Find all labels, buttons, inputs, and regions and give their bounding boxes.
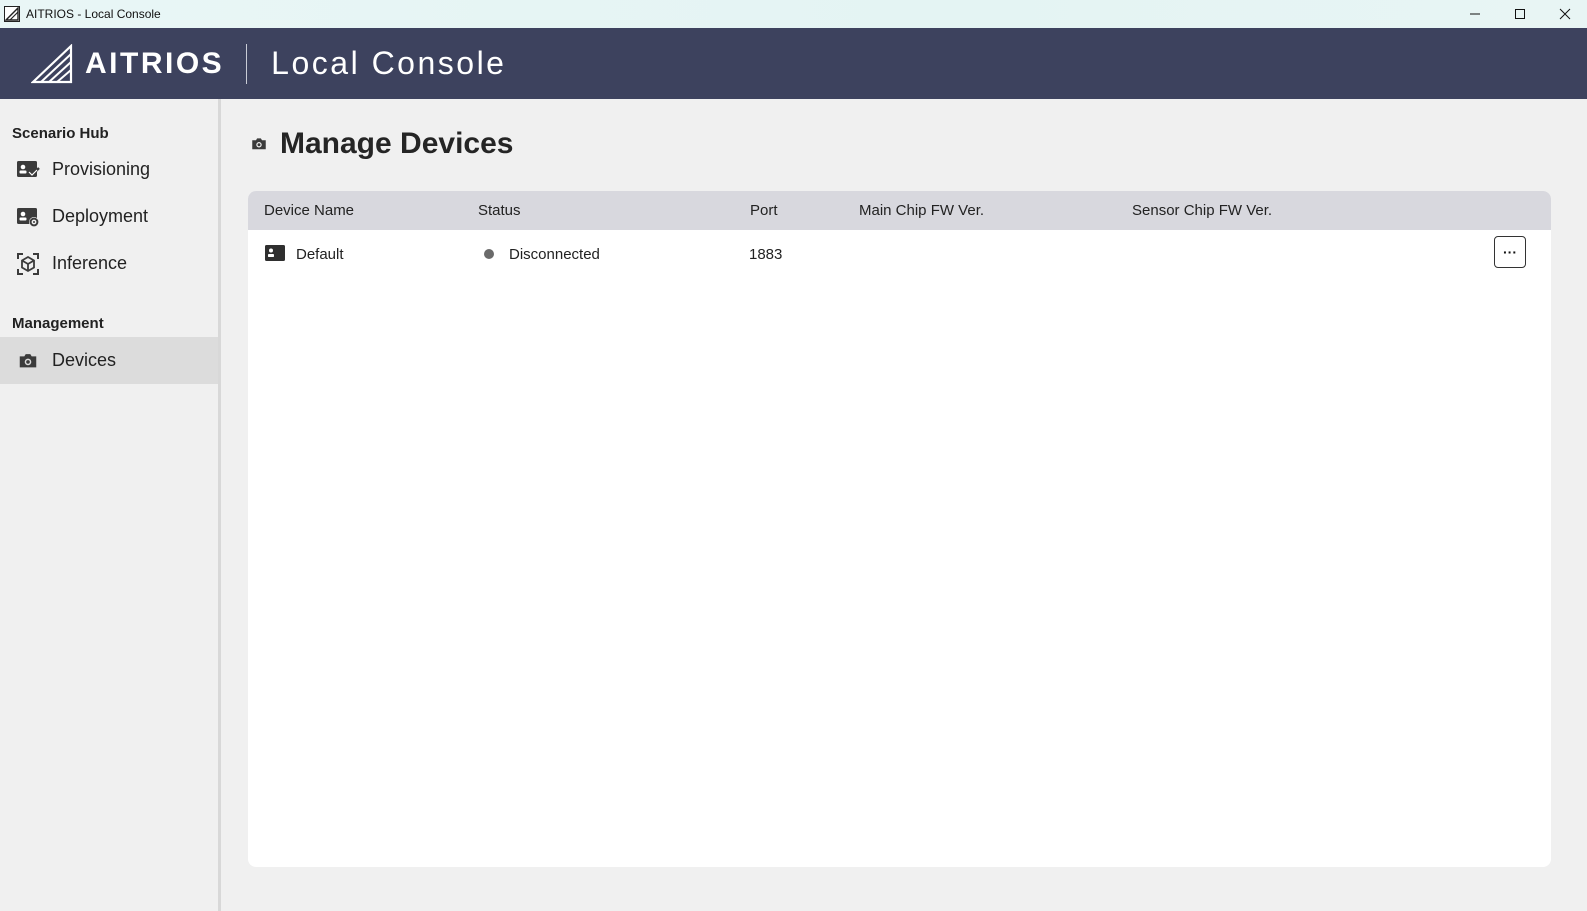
devices-table: Device Name Status Port Main Chip FW Ver… [248,191,1551,867]
column-header-sensor-chip-fw[interactable]: Sensor Chip FW Ver. [1132,202,1272,219]
minimize-button[interactable] [1452,0,1497,28]
aitrios-logo-icon [31,43,73,83]
close-icon [1559,8,1570,20]
device-port: 1883 [749,246,783,263]
column-header-port[interactable]: Port [750,202,778,219]
main-content: Manage Devices Device Name Status Port M… [224,99,1587,911]
product-name: Local Console [271,45,507,81]
header-divider [246,43,248,84]
maximize-button[interactable] [1497,0,1542,28]
sidebar-item-inference[interactable]: Inference [0,240,218,287]
sidebar-item-label: Deployment [52,206,149,226]
maximize-icon [1514,9,1525,19]
sidebar-item-label: Inference [52,253,128,273]
page-title: Manage Devices [280,127,514,160]
sidebar-item-label: Devices [52,350,117,370]
table-row[interactable]: Default Disconnected 1883 ··· [248,230,1551,278]
window-titlebar: AITRIOS - Local Console [0,0,1587,28]
table-header: Device Name Status Port Main Chip FW Ver… [248,191,1551,230]
sidebar: Scenario Hub Provisioning Deployment Inf… [0,99,221,911]
brand-name: AITRIOS [85,46,225,80]
more-options-button[interactable]: ··· [1494,236,1526,268]
sidebar-section-management: Management [12,315,104,332]
minimize-icon [1469,13,1480,15]
camera-icon [16,349,40,373]
provisioning-icon [16,158,40,182]
status-dot-icon [484,249,494,259]
column-header-main-chip-fw[interactable]: Main Chip FW Ver. [859,202,984,219]
sidebar-item-provisioning[interactable]: Provisioning [0,146,218,193]
window-controls [1452,0,1587,28]
device-status: Disconnected [509,246,600,263]
device-name: Default [296,246,344,263]
device-icon [265,245,285,261]
sidebar-item-label: Provisioning [52,159,151,179]
window-title: AITRIOS - Local Console [26,7,161,21]
camera-icon [252,138,266,150]
inference-icon [16,252,40,276]
column-header-device-name[interactable]: Device Name [264,202,354,219]
deployment-icon [16,205,40,229]
sidebar-section-scenario-hub: Scenario Hub [12,125,109,142]
app-logo-icon [4,6,20,22]
column-header-status[interactable]: Status [478,202,521,219]
sidebar-item-devices[interactable]: Devices [0,337,218,384]
app-header: AITRIOS Local Console [0,28,1587,99]
page-header: Manage Devices [250,127,513,161]
sidebar-item-deployment[interactable]: Deployment [0,193,218,240]
close-button[interactable] [1542,0,1587,28]
